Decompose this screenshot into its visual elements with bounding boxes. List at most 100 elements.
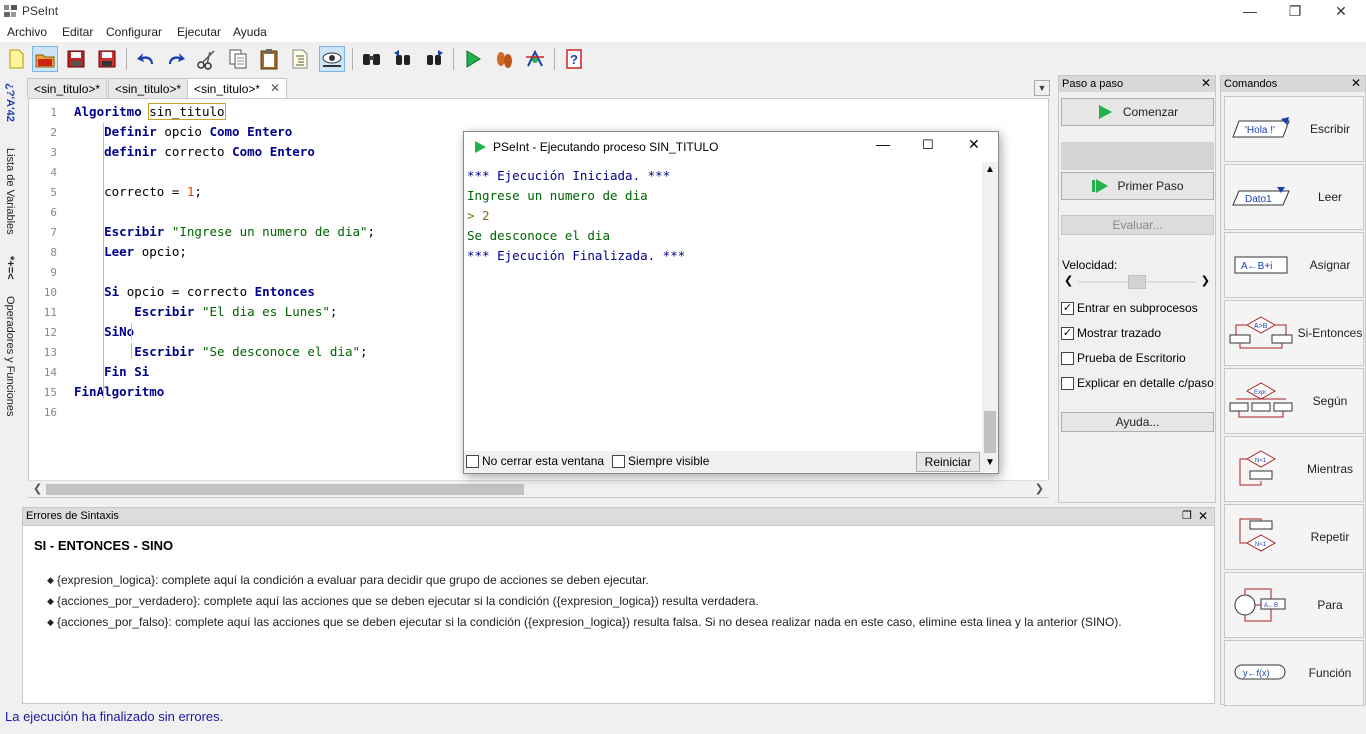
dialog-run-icon [475,141,486,153]
menu-configurar[interactable]: Configurar [106,25,162,39]
save-icon[interactable] [63,46,89,72]
menu-archivo[interactable]: Archivo [7,25,47,39]
check-entrar-subprocesos[interactable]: ✓ Entrar en subprocesos [1061,301,1198,315]
cmd-leer-button[interactable]: Dato1 Leer [1224,164,1364,230]
dialog-minimize-button[interactable]: — [876,136,890,152]
code-line[interactable]: FinAlgoritmo [74,384,164,399]
check-prueba-escritorio[interactable]: Prueba de Escritorio [1061,351,1186,365]
find-next-icon[interactable] [421,46,447,72]
menu-ejecutar[interactable]: Ejecutar [177,25,221,39]
speed-thumb[interactable] [1128,275,1146,289]
new-file-icon[interactable] [3,46,29,72]
cmd-segun-button[interactable]: Expr Según [1224,368,1364,434]
check-no-cerrar[interactable]: No cerrar esta ventana [466,454,604,468]
primer-paso-button[interactable]: Primer Paso [1061,172,1214,200]
restore-button[interactable]: ❐ [1272,2,1318,20]
pseint-logo-icon [4,5,17,17]
menu-bar: Archivo Editar Configurar Ejecutar Ayuda [0,22,1366,42]
scroll-down-icon[interactable]: ▼ [985,457,995,468]
code-line[interactable]: correcto = 1; [74,184,202,199]
indent-icon[interactable] [287,46,313,72]
console-output[interactable]: *** Ejecución Iniciada. *** Ingrese un nu… [464,162,981,452]
tab-sin-titulo-3[interactable]: <sin_titulo>* ✕ [187,78,288,98]
cut-icon[interactable] [194,46,220,72]
scroll-up-icon[interactable]: ▲ [985,164,995,175]
cmd-para-button[interactable]: A←B Para [1224,572,1364,638]
tab-list-dropdown-icon[interactable]: ▼ [1034,80,1050,96]
check-mostrar-trazado[interactable]: ✓ Mostrar trazado [1061,326,1161,340]
dialog-maximize-button[interactable]: ☐ [922,137,934,153]
code-line[interactable]: definir correcto Como Entero [74,144,315,159]
menu-editar[interactable]: Editar [62,25,93,39]
cmd-asignar-button[interactable]: A←B+i Asignar [1224,232,1364,298]
find-previous-icon[interactable] [390,46,416,72]
debug-icon[interactable] [522,46,548,72]
cmd-escribir-button[interactable]: 'Hola !' Escribir [1224,96,1364,162]
speed-increase-icon[interactable]: ❯ [1201,274,1210,287]
inspect-icon[interactable] [319,46,345,72]
code-line[interactable]: Si opcio = correcto Entonces [74,284,315,299]
checkbox[interactable] [612,454,625,468]
run-icon[interactable] [460,46,486,72]
tab-close-icon[interactable]: ✕ [270,81,280,95]
open-file-icon[interactable] [32,46,58,72]
cmd-mientras-button[interactable]: N<1 Mientras [1224,436,1364,502]
save-as-icon[interactable] [94,46,120,72]
scroll-right-icon[interactable]: ❯ [1035,482,1044,495]
svg-text:N<1: N<1 [1255,458,1267,464]
code-line[interactable]: Fin Si [74,364,149,379]
code-line[interactable]: Leer opcio; [74,244,187,259]
repetir-icon: N<1 [1239,518,1277,552]
tab-operadores-y-funciones[interactable]: Operadores y Funciones [4,296,16,416]
menu-ayuda[interactable]: Ayuda [233,25,267,39]
si-entonces-icon: A>B [1229,316,1293,349]
check-explicar-detalle[interactable]: Explicar en detalle c/paso [1061,376,1214,390]
checkbox[interactable] [1061,351,1074,365]
console-vertical-scrollbar[interactable]: ▲ ▼ [982,162,998,472]
check-siempre-visible[interactable]: Siempre visible [612,454,709,468]
help-title: SI - ENTONCES - SINO [34,538,174,553]
close-commands-panel-icon[interactable]: ✕ [1351,76,1361,90]
paste-icon[interactable] [256,46,282,72]
copy-icon[interactable] [225,46,251,72]
speed-decrease-icon[interactable]: ❮ [1064,274,1073,287]
ayuda-button[interactable]: Ayuda... [1061,412,1214,432]
checkbox[interactable] [1061,376,1074,390]
maximize-panel-icon[interactable]: ❐ [1182,509,1192,522]
comenzar-button[interactable]: Comenzar [1061,98,1214,126]
scroll-thumb[interactable] [46,484,524,495]
funcion-icon: y←f(x) [1234,664,1286,680]
help-icon[interactable]: ? [561,46,587,72]
code-line[interactable]: Algoritmo sin_titulo [74,103,226,120]
reiniciar-button[interactable]: Reiniciar [916,452,980,472]
speed-slider[interactable]: ❮ ❯ [1062,274,1212,290]
code-line[interactable]: Escribir "El dia es Lunes"; [74,304,337,319]
undo-icon[interactable] [133,46,159,72]
execution-dialog: PSeInt - Ejecutando proceso SIN_TITULO —… [463,131,999,474]
cmd-repetir-button[interactable]: N<1 Repetir [1224,504,1364,570]
checkbox[interactable] [466,454,479,468]
redo-icon[interactable] [163,46,189,72]
tab-sin-titulo-1[interactable]: <sin_titulo>* [27,78,108,98]
find-icon[interactable] [359,46,385,72]
checkbox[interactable]: ✓ [1061,326,1074,340]
close-button[interactable]: ✕ [1318,2,1364,20]
code-line[interactable]: Escribir "Ingrese un numero de dia"; [74,224,375,239]
console-scroll-thumb[interactable] [984,411,996,453]
scroll-left-icon[interactable]: ❮ [33,482,42,495]
code-line[interactable]: Escribir "Se desconoce el dia"; [74,344,367,359]
cmd-si-entonces-button[interactable]: A>B Si-Entonces [1224,300,1364,366]
evaluar-button[interactable]: Evaluar... [1061,215,1214,235]
tab-lista-de-variables[interactable]: Lista de Variables [4,148,16,235]
cmd-funcion-button[interactable]: y←f(x) Función [1224,640,1364,706]
close-step-panel-icon[interactable]: ✕ [1201,76,1211,90]
code-line[interactable]: Definir opcio Como Entero [74,124,292,139]
minimize-button[interactable]: — [1227,2,1273,20]
dialog-close-button[interactable]: ✕ [968,136,980,153]
code-line[interactable]: SiNo [74,324,134,339]
checkbox[interactable]: ✓ [1061,301,1074,315]
editor-horizontal-scrollbar[interactable]: ❮ ❯ [28,480,1049,497]
close-panel-icon[interactable]: ✕ [1198,509,1208,523]
step-icon[interactable] [491,46,517,72]
tab-sin-titulo-2[interactable]: <sin_titulo>* [108,78,189,98]
